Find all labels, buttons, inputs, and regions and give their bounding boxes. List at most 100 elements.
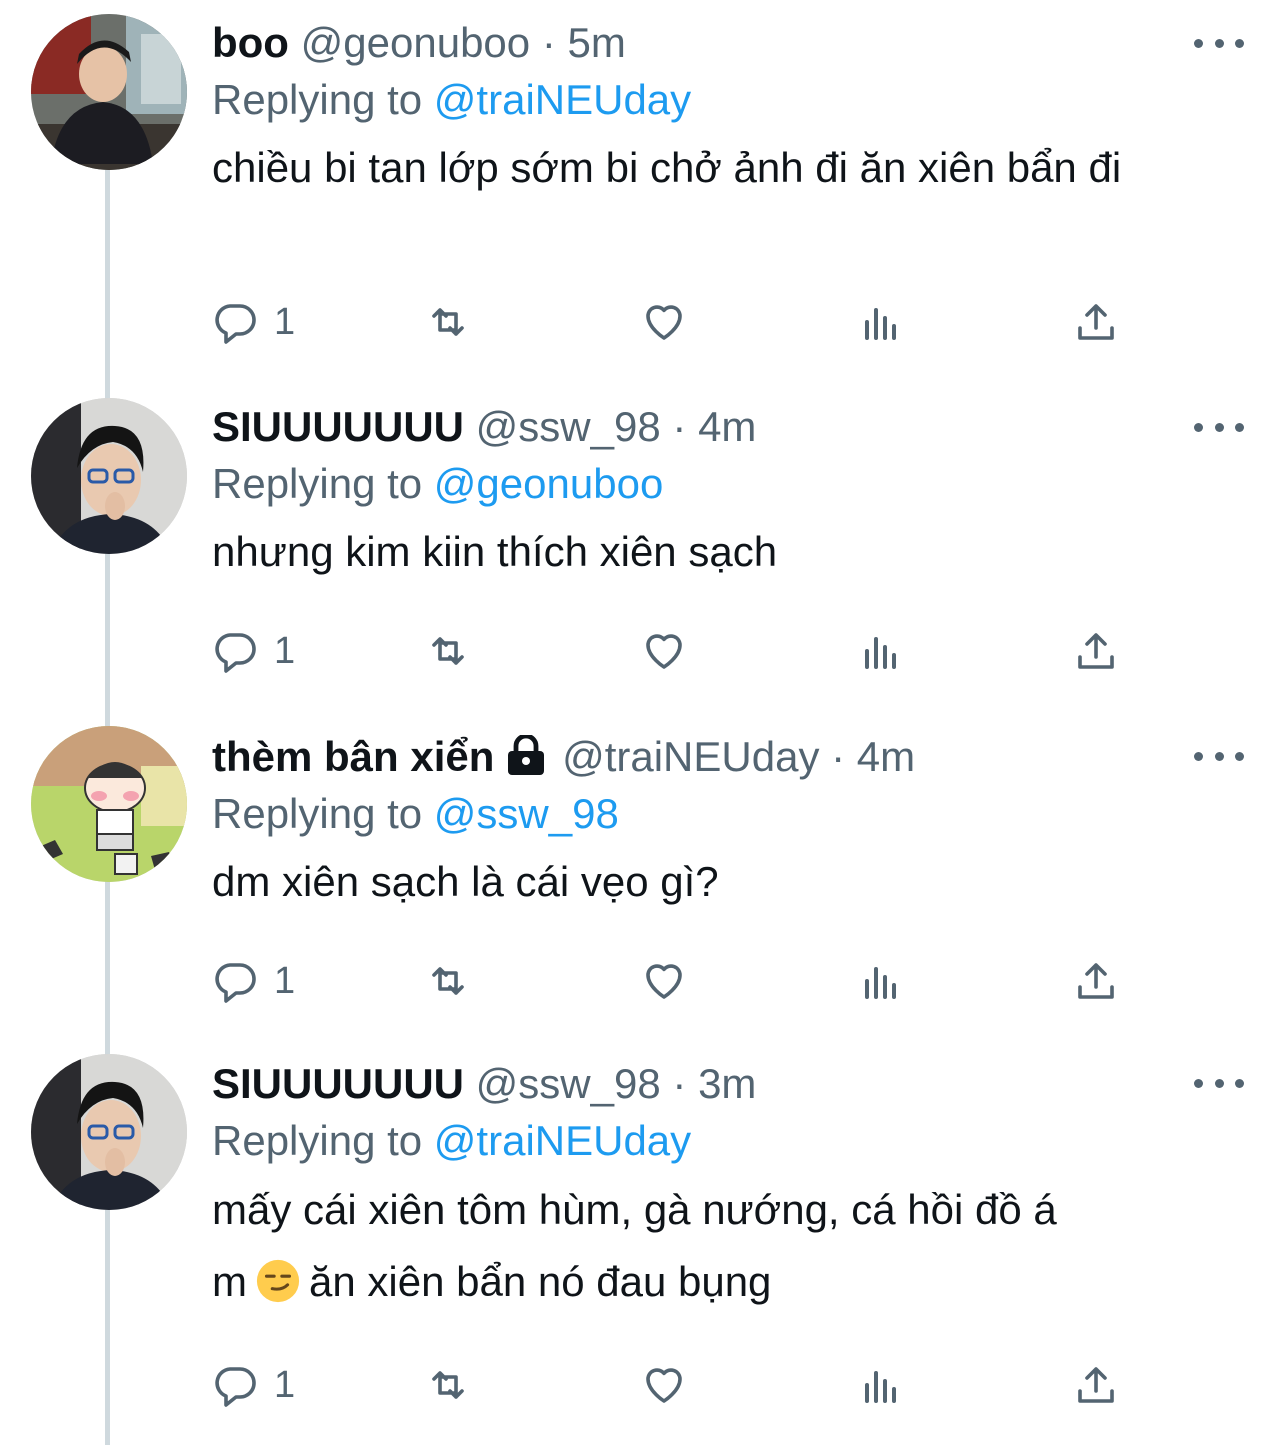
- mention-link[interactable]: @geonuboo: [434, 460, 664, 507]
- reply-icon: [215, 963, 256, 1003]
- retweet-button[interactable]: [424, 951, 472, 1011]
- timestamp[interactable]: 4m: [857, 733, 915, 780]
- username[interactable]: @geonuboo: [301, 19, 531, 66]
- share-icon: [1078, 963, 1114, 999]
- reply-icon: [215, 1367, 256, 1407]
- share-button[interactable]: [1072, 292, 1120, 352]
- separator: ·: [831, 733, 846, 780]
- avatar[interactable]: [31, 14, 187, 170]
- photo-boy-glasses-icon: [31, 1054, 187, 1210]
- more-options-icon[interactable]: [1194, 1073, 1244, 1093]
- retweet-button[interactable]: [424, 292, 472, 352]
- replying-prefix: Replying to: [212, 76, 423, 123]
- like-button[interactable]: [640, 951, 688, 1011]
- photo-boy-glasses-icon: [31, 398, 187, 554]
- separator: ·: [672, 1060, 687, 1107]
- like-button[interactable]: [640, 292, 688, 352]
- heart-icon: [646, 1368, 682, 1403]
- tweet-header: thèm bân xiển @traiNEUday · 4m: [212, 729, 1244, 785]
- reply-icon: [215, 633, 256, 673]
- action-bar: 1: [212, 292, 1162, 352]
- separator: ·: [672, 403, 687, 450]
- tweet-header: boo @geonuboo · 5m: [212, 15, 1244, 71]
- retweet-icon: [432, 1371, 464, 1399]
- action-bar: 1: [212, 951, 1162, 1011]
- replying-to: Replying to @traiNEUday: [212, 71, 1244, 129]
- avatar[interactable]: [31, 726, 187, 882]
- tweet-text: chiều bi tan lớp sớm bi chở ảnh đi ăn xi…: [212, 144, 1122, 191]
- like-button[interactable]: [640, 621, 688, 681]
- display-name[interactable]: SIUUUUUUU: [212, 403, 464, 450]
- mention-link[interactable]: @ssw_98: [434, 790, 619, 837]
- timestamp[interactable]: 3m: [698, 1060, 756, 1107]
- display-name[interactable]: boo: [212, 19, 289, 66]
- more-options-icon[interactable]: [1194, 417, 1244, 437]
- tweet-text: nhưng kim kiin thích xiên sạch: [212, 528, 778, 575]
- replying-prefix: Replying to: [212, 790, 423, 837]
- tweet-text-fragment: ăn xiên bẩn nó đau bụng: [309, 1258, 772, 1305]
- lock-icon: [502, 733, 550, 789]
- tweet-text-line: m ăn xiên bẩn nó đau bụng: [212, 1246, 1244, 1318]
- replying-prefix: Replying to: [212, 1117, 423, 1164]
- replying-to: Replying to @geonuboo: [212, 455, 1244, 513]
- retweet-icon: [432, 967, 464, 995]
- avatar[interactable]: [31, 1054, 187, 1210]
- retweet-icon: [432, 308, 464, 336]
- action-bar: 1: [212, 1355, 1162, 1415]
- views-button[interactable]: [857, 292, 905, 352]
- analytics-icon: [865, 1371, 896, 1403]
- reply-count: 1: [274, 629, 296, 672]
- share-button[interactable]: [1072, 621, 1120, 681]
- photo-boy-eating-icon: [31, 14, 187, 170]
- username[interactable]: @ssw_98: [476, 403, 661, 450]
- heart-icon: [646, 964, 682, 999]
- views-button[interactable]: [857, 1355, 905, 1415]
- tweet-header: SIUUUUUUU @ssw_98 · 4m: [212, 399, 1244, 455]
- views-button[interactable]: [857, 621, 905, 681]
- tweet-text: dm xiên sạch là cái vẹo gì?: [212, 858, 719, 905]
- retweet-button[interactable]: [424, 1355, 472, 1415]
- share-icon: [1078, 304, 1114, 340]
- reply-button[interactable]: 1: [212, 1355, 295, 1415]
- share-button[interactable]: [1072, 1355, 1120, 1415]
- timestamp[interactable]: 5m: [568, 19, 626, 66]
- analytics-icon: [865, 637, 896, 669]
- retweet-icon: [432, 637, 464, 665]
- tweet-header: SIUUUUUUU @ssw_98 · 3m: [212, 1056, 1244, 1112]
- action-bar: 1: [212, 621, 1162, 681]
- replying-to: Replying to @traiNEUday: [212, 1112, 1244, 1170]
- retweet-button[interactable]: [424, 621, 472, 681]
- views-button[interactable]: [857, 951, 905, 1011]
- reply-count: 1: [274, 1363, 296, 1406]
- share-icon: [1078, 1367, 1114, 1403]
- display-name[interactable]: SIUUUUUUU: [212, 1060, 464, 1107]
- more-options-icon[interactable]: [1194, 33, 1244, 53]
- reply-button[interactable]: 1: [212, 951, 295, 1011]
- heart-icon: [646, 634, 682, 669]
- mention-link[interactable]: @traiNEUday: [434, 1117, 691, 1164]
- username[interactable]: @ssw_98: [476, 1060, 661, 1107]
- share-button[interactable]: [1072, 951, 1120, 1011]
- tweet-text-line: mấy cái xiên tôm hùm, gà nướng, cá hồi đ…: [212, 1186, 1057, 1233]
- analytics-icon: [865, 308, 896, 340]
- reply-count: 1: [274, 300, 296, 343]
- smirking-face-icon: [256, 1259, 300, 1303]
- cartoon-character-icon: [31, 726, 187, 882]
- reply-button[interactable]: 1: [212, 621, 295, 681]
- share-icon: [1078, 633, 1114, 669]
- replying-to: Replying to @ssw_98: [212, 785, 1244, 843]
- like-button[interactable]: [640, 1355, 688, 1415]
- reply-icon: [215, 304, 256, 344]
- reply-button[interactable]: 1: [212, 292, 295, 352]
- more-options-icon[interactable]: [1194, 746, 1244, 766]
- heart-icon: [646, 305, 682, 340]
- avatar[interactable]: [31, 398, 187, 554]
- tweet-text-fragment: m: [212, 1258, 247, 1305]
- display-name[interactable]: thèm bân xiển: [212, 733, 494, 780]
- mention-link[interactable]: @traiNEUday: [434, 76, 691, 123]
- username[interactable]: @traiNEUday: [562, 733, 819, 780]
- reply-count: 1: [274, 959, 296, 1002]
- analytics-icon: [865, 967, 896, 999]
- timestamp[interactable]: 4m: [698, 403, 756, 450]
- tweet-text: mấy cái xiên tôm hùm, gà nướng, cá hồi đ…: [212, 1174, 1244, 1318]
